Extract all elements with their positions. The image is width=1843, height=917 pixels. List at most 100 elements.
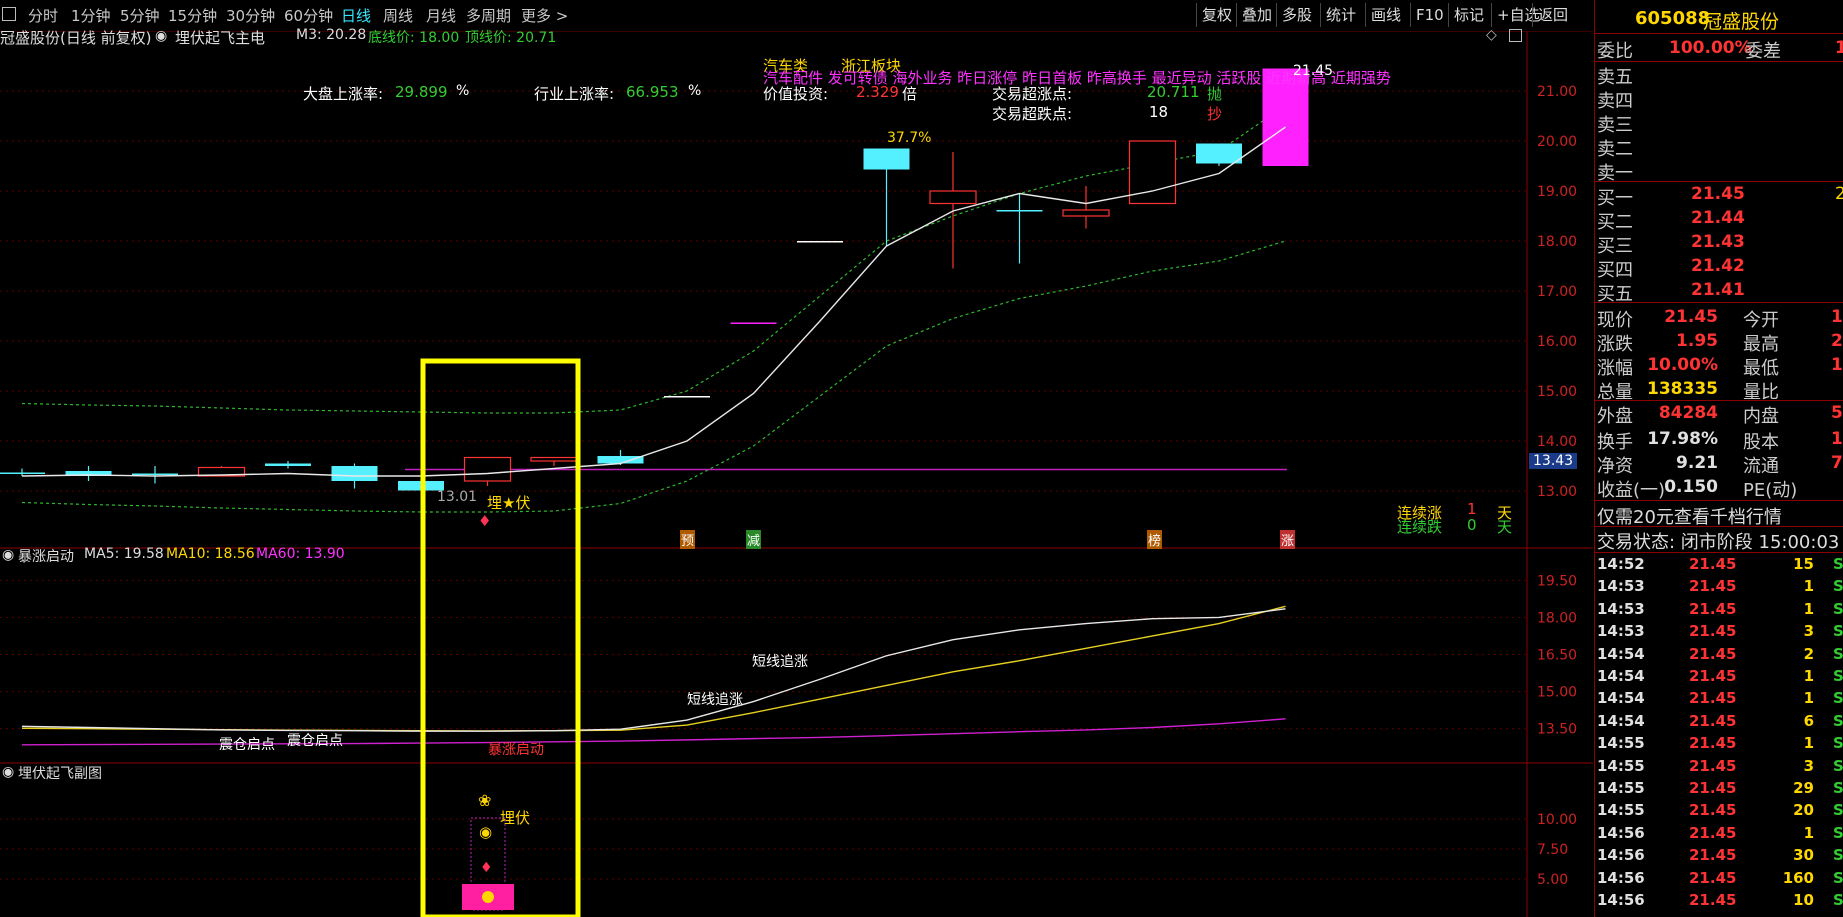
tick-side: S bbox=[1833, 711, 1843, 730]
price-tick-label: 21.00 bbox=[1537, 84, 1577, 100]
period-9[interactable]: 多周期 bbox=[466, 5, 511, 26]
tick-time: 14:52 bbox=[1597, 555, 1645, 573]
tick-row: 14:53 21.45 3 S bbox=[1595, 622, 1843, 644]
price-tick-label: 18.00 bbox=[1537, 234, 1577, 250]
stat-value-1: 1.95 bbox=[1676, 331, 1718, 351]
tick-row: 14:53 21.45 1 S bbox=[1595, 577, 1843, 599]
tick-side: S bbox=[1833, 756, 1843, 775]
sub1-ma5: MA5: 19.58 bbox=[84, 546, 164, 562]
stat-value-7: 0.150 bbox=[1664, 477, 1718, 497]
candle-body bbox=[1196, 143, 1242, 164]
tick-volume: 3 bbox=[1803, 622, 1814, 641]
sub2-tick-label: 10.00 bbox=[1537, 812, 1577, 828]
tick-row: 14:55 21.45 3 S bbox=[1595, 757, 1843, 779]
overbought-label: 交易超涨点: bbox=[992, 85, 1073, 103]
consec-down-unit: 天 bbox=[1497, 518, 1513, 536]
toolbar-button-5[interactable]: F10 bbox=[1410, 3, 1449, 27]
stock-name: 冠盛股份 bbox=[1703, 11, 1780, 33]
sub1-tick-label: 15.00 bbox=[1537, 685, 1577, 701]
main-indicator-name[interactable]: 埋伏起飞主电 bbox=[175, 27, 265, 48]
candle-body bbox=[1062, 209, 1110, 217]
tick-price: 21.45 bbox=[1689, 801, 1737, 820]
candle-body bbox=[797, 241, 843, 243]
toolbar-button-3[interactable]: 统计 bbox=[1320, 3, 1361, 27]
current-price-tag: 13.43 bbox=[1529, 453, 1578, 469]
tick-volume: 10 bbox=[1793, 891, 1814, 909]
toolbar-button-0[interactable]: 复权 bbox=[1196, 3, 1237, 27]
oversold-tag: 抄 bbox=[1207, 105, 1223, 123]
period-2[interactable]: 5分钟 bbox=[120, 5, 160, 26]
menu-square-icon[interactable] bbox=[2, 7, 16, 21]
surge-label: 暴涨启动 bbox=[488, 742, 544, 758]
period-6[interactable]: 日线 bbox=[341, 5, 371, 26]
period-10[interactable]: 更多 > bbox=[521, 5, 568, 26]
candle-body bbox=[0, 472, 45, 474]
industry-rise-pct: % bbox=[688, 83, 702, 99]
sub1-dropdown-icon[interactable]: ◉ bbox=[2, 547, 14, 563]
stat-value2-1: 2 bbox=[1831, 331, 1843, 351]
period-3[interactable]: 15分钟 bbox=[168, 5, 217, 26]
toolbar-button-1[interactable]: 叠加 bbox=[1236, 3, 1277, 27]
tick-side: S bbox=[1833, 599, 1843, 618]
top-price-value: 顶线价: 20.71 bbox=[465, 30, 557, 46]
collapse-icon[interactable] bbox=[1509, 29, 1522, 42]
tick-row: 14:54 21.45 2 S bbox=[1595, 645, 1843, 667]
industry-rise-value: 66.953 bbox=[626, 83, 679, 101]
tick-row: 14:56 21.45 1 S bbox=[1595, 824, 1843, 846]
stat-label2-7: PE(动) bbox=[1743, 480, 1798, 501]
tick-volume: 160 bbox=[1782, 868, 1814, 887]
stock-title: 冠盛股份(日线 前复权) bbox=[0, 29, 152, 47]
toolbar-button-6[interactable]: 标记 bbox=[1448, 3, 1489, 27]
weicha-value: 1 bbox=[1835, 38, 1843, 58]
chart-canvas[interactable]: 21.00 20.00 19.00 18.00 17.00 16.00 15.00 14.00… bbox=[0, 31, 1593, 917]
tick-side: S bbox=[1833, 823, 1843, 842]
period-5[interactable]: 60分钟 bbox=[284, 5, 333, 26]
tick-volume: 1 bbox=[1803, 689, 1814, 708]
sub2-tick-label: 5.00 bbox=[1537, 872, 1568, 888]
stat-value-6: 9.21 bbox=[1676, 453, 1718, 473]
tick-time: 14:53 bbox=[1597, 622, 1645, 641]
tick-volume: 1 bbox=[1803, 823, 1814, 842]
candle-body bbox=[132, 473, 178, 475]
consec-down-value: 0 bbox=[1467, 516, 1477, 534]
tick-volume: 6 bbox=[1803, 711, 1814, 730]
value-invest-value: 2.329 bbox=[856, 83, 899, 101]
bid-price-4: 21.41 bbox=[1691, 280, 1745, 300]
tick-volume: 30 bbox=[1793, 846, 1814, 865]
trade-status: 交易状态: 闭市阶段 15:00:03 bbox=[1597, 532, 1840, 553]
period-1[interactable]: 1分钟 bbox=[71, 5, 111, 26]
period-8[interactable]: 月线 bbox=[426, 5, 456, 26]
sub2-title[interactable]: 埋伏起飞副图 bbox=[18, 763, 102, 783]
signal-pre: 预 bbox=[680, 530, 696, 549]
sub1-tick-label: 19.50 bbox=[1537, 573, 1577, 589]
period-0[interactable]: 分时 bbox=[28, 5, 58, 26]
tick-price: 21.45 bbox=[1689, 667, 1737, 685]
diamond-signal-icon: ♦ bbox=[478, 512, 492, 530]
candle-body bbox=[730, 322, 777, 324]
value-invest-label: 价值投资: bbox=[763, 85, 829, 103]
webi-value: 100.00% bbox=[1669, 38, 1752, 58]
bid-vol-0: 2 bbox=[1835, 184, 1843, 204]
bid-price-1: 21.44 bbox=[1691, 208, 1745, 228]
main-ma-line bbox=[21, 126, 1286, 477]
tick-time: 14:54 bbox=[1597, 667, 1645, 685]
period-4[interactable]: 30分钟 bbox=[226, 5, 275, 26]
stat-value2-6: 76 bbox=[1831, 453, 1843, 473]
period-7[interactable]: 周线 bbox=[383, 5, 413, 26]
tick-time: 14:56 bbox=[1597, 823, 1645, 842]
bid-price-2: 21.43 bbox=[1691, 232, 1745, 252]
toolbar-button-4[interactable]: 画线 bbox=[1365, 3, 1406, 27]
sub2-dropdown-icon[interactable]: ◉ bbox=[2, 764, 14, 780]
tick-side: S bbox=[1833, 734, 1843, 753]
bid-price-0: 21.45 bbox=[1691, 184, 1745, 204]
diamond-icon[interactable]: ◇ bbox=[1486, 27, 1497, 43]
sub1-ma5-line bbox=[21, 608, 1286, 732]
toolbar-button-2[interactable]: 多股 bbox=[1276, 3, 1317, 27]
tick-row: 14:55 21.45 1 S bbox=[1595, 734, 1843, 756]
price-tick-label: 15.00 bbox=[1537, 384, 1577, 400]
toolbar-button-8[interactable]: 返回 bbox=[1532, 3, 1573, 27]
tick-side: S bbox=[1833, 891, 1843, 909]
indicator-dropdown-icon[interactable]: ◉ bbox=[155, 28, 167, 44]
sub1-title[interactable]: 暴涨启动 bbox=[18, 546, 74, 566]
shake-label-1: 震仓启点 bbox=[219, 737, 275, 753]
